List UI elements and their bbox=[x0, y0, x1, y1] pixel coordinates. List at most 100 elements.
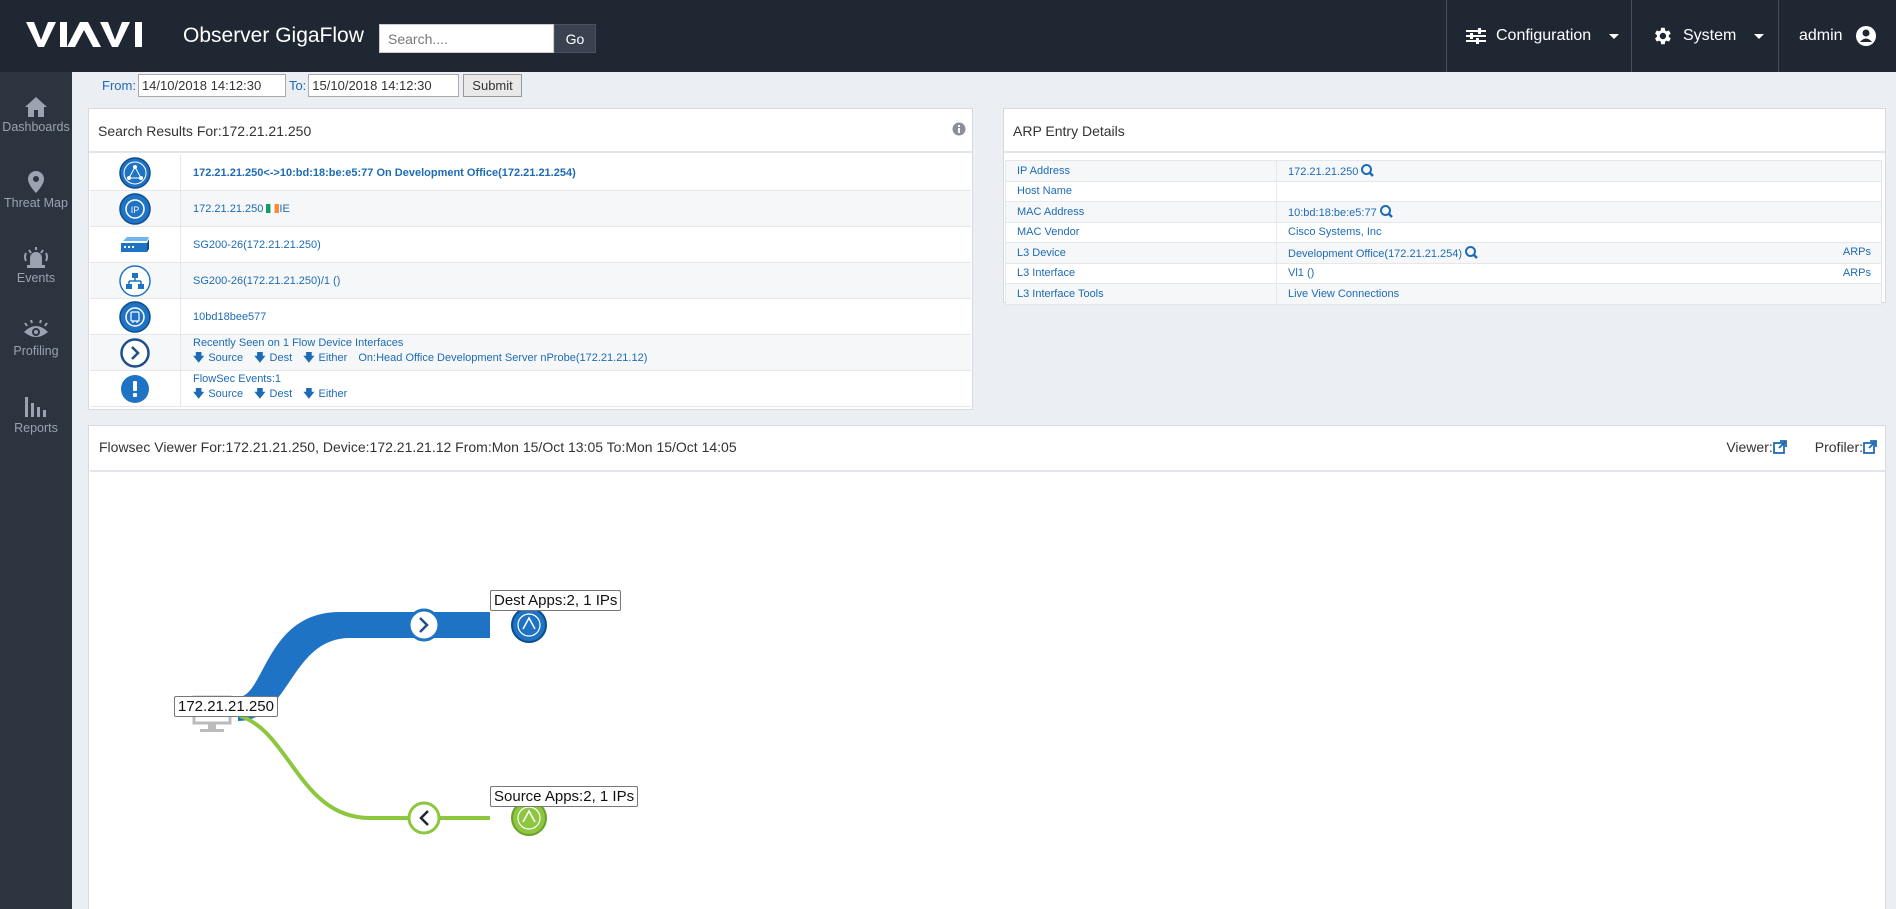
result-text[interactable]: FlowSec Events:1 bbox=[193, 373, 971, 385]
sidebar-item-label: Threat Map bbox=[4, 196, 68, 210]
from-date-input[interactable] bbox=[137, 73, 286, 97]
arp-details-panel: ARP Entry Details IP Address 172.21.21.2… bbox=[1003, 108, 1886, 305]
table-row: Host Name bbox=[1005, 180, 1882, 202]
sidebar-item-label: Reports bbox=[14, 421, 58, 435]
search-results-panel: Search Results For:172.21.21.250 172.21.… bbox=[88, 108, 973, 410]
alarm-icon bbox=[24, 247, 48, 268]
viewer-link[interactable]: Viewer: bbox=[1712, 439, 1787, 455]
table-row: MAC Address 10:bd:18:be:e5:77 bbox=[1005, 201, 1882, 223]
ip-address-key: IP Address bbox=[1005, 160, 1277, 182]
sidebar: Dashboards Threat Map Events Profiling R… bbox=[0, 72, 72, 909]
source-link[interactable]: 🡇 Source bbox=[193, 388, 247, 400]
sidebar-item-label: Events bbox=[16, 271, 56, 285]
system-menu[interactable]: System bbox=[1651, 0, 1765, 72]
nav-separator bbox=[1631, 0, 1632, 72]
sidebar-item-dashboards[interactable]: Dashboards bbox=[0, 82, 72, 144]
external-link-icon bbox=[1772, 440, 1787, 454]
dest-apps-label: Dest Apps:2, 1 IPs bbox=[490, 590, 622, 611]
source-apps-label: Source Apps:2, 1 IPs bbox=[490, 786, 639, 807]
app-title: Observer GigaFlow bbox=[183, 24, 364, 47]
eye-icon bbox=[24, 320, 48, 337]
source-link[interactable]: 🡇 Source bbox=[193, 352, 247, 364]
search-results-title: Search Results For:172.21.21.250 bbox=[89, 109, 972, 153]
sidebar-item-events[interactable]: Events bbox=[0, 231, 72, 293]
l3-device-key: L3 Device bbox=[1005, 242, 1277, 264]
sidebar-item-threat-map[interactable]: Threat Map bbox=[0, 156, 72, 218]
home-icon bbox=[25, 97, 47, 117]
sidebar-item-label: Dashboards bbox=[2, 120, 70, 134]
list-item[interactable]: IP 172.21.21.250 IE bbox=[90, 191, 971, 227]
zoom-icon[interactable] bbox=[1361, 163, 1375, 177]
mac-vendor-value: Cisco Systems, Inc bbox=[1288, 226, 1382, 239]
map-pin-icon bbox=[28, 171, 44, 193]
user-menu[interactable]: admin bbox=[1799, 0, 1896, 72]
dest-link[interactable]: 🡇 Dest bbox=[254, 352, 296, 364]
host-name-key: Host Name bbox=[1005, 180, 1277, 202]
mac-icon bbox=[90, 299, 181, 334]
to-label: To: bbox=[288, 77, 307, 93]
mac-address-value[interactable]: 10:bd:18:be:e5:77 bbox=[1288, 207, 1377, 219]
submit-button[interactable]: Submit bbox=[463, 73, 522, 97]
result-text[interactable]: SG200-26(172.21.21.250) bbox=[193, 239, 971, 251]
chevron-down-icon bbox=[1754, 33, 1765, 39]
zoom-icon[interactable] bbox=[1379, 204, 1393, 218]
flowsec-viewer-panel: Flowsec Viewer For:172.21.21.250, Device… bbox=[88, 425, 1887, 909]
sidebar-item-profiling[interactable]: Profiling bbox=[0, 306, 72, 368]
nav-separator bbox=[1446, 0, 1447, 72]
sidebar-item-reports[interactable]: Reports bbox=[0, 381, 72, 443]
list-item[interactable]: Recently Seen on 1 Flow Device Interface… bbox=[90, 335, 971, 371]
result-text[interactable]: SG200-26(172.21.21.250)/1 () bbox=[193, 275, 971, 287]
to-date-input[interactable] bbox=[308, 73, 460, 97]
either-link[interactable]: 🡇 Either bbox=[303, 352, 351, 364]
host-label: 172.21.21.250 bbox=[174, 696, 278, 717]
list-item[interactable]: SG200-26(172.21.21.250)/1 () bbox=[90, 263, 971, 299]
ip-icon: IP bbox=[90, 191, 181, 226]
list-item[interactable]: SG200-26(172.21.21.250) bbox=[90, 227, 971, 263]
source-flow-line[interactable] bbox=[239, 714, 490, 820]
nav-separator bbox=[1778, 0, 1779, 72]
result-text[interactable]: 10bd18bee577 bbox=[193, 311, 971, 323]
switch-icon bbox=[90, 227, 181, 262]
configuration-label: Configuration bbox=[1496, 27, 1592, 44]
list-item[interactable]: FlowSec Events:1 🡇 Source 🡇 Dest 🡇 Either bbox=[90, 371, 971, 407]
table-row: MAC Vendor Cisco Systems, Inc bbox=[1005, 221, 1882, 243]
result-text[interactable]: 172.21.21.250 bbox=[193, 203, 263, 215]
list-item[interactable]: 10bd18bee577 bbox=[90, 299, 971, 335]
info-icon[interactable] bbox=[952, 122, 966, 136]
profiler-link[interactable]: Profiler: bbox=[1801, 439, 1877, 455]
chevron-down-icon bbox=[1609, 33, 1620, 39]
arps-link[interactable]: ARPs bbox=[1843, 246, 1871, 258]
table-row: L3 Device Development Office(172.21.21.2… bbox=[1005, 242, 1882, 264]
arp-details-title: ARP Entry Details bbox=[1004, 109, 1885, 153]
result-text[interactable]: Recently Seen on 1 Flow Device Interface… bbox=[193, 337, 971, 349]
sidebar-item-label: Profiling bbox=[13, 344, 59, 358]
configuration-menu[interactable]: Configuration bbox=[1466, 0, 1620, 72]
ireland-flag-icon bbox=[266, 204, 280, 214]
chevron-left-icon[interactable] bbox=[407, 801, 441, 835]
username-label: admin bbox=[1799, 27, 1843, 44]
arps-link[interactable]: ARPs bbox=[1843, 267, 1871, 279]
mac-address-key: MAC Address bbox=[1005, 201, 1277, 223]
dest-link[interactable]: 🡇 Dest bbox=[254, 388, 296, 400]
result-text[interactable]: 172.21.21.250<->10:bd:18:be:e5:77 On Dev… bbox=[193, 167, 971, 179]
chevron-right-icon[interactable] bbox=[407, 608, 441, 642]
l3-interface-value[interactable]: Vl1 () bbox=[1288, 267, 1314, 279]
flow-diagram-svg bbox=[192, 607, 547, 836]
l3-interface-tools-key: L3 Interface Tools bbox=[1005, 283, 1277, 305]
list-item[interactable]: 172.21.21.250<->10:bd:18:be:e5:77 On Dev… bbox=[90, 155, 971, 191]
search-input[interactable] bbox=[379, 24, 554, 53]
arp-details-table: IP Address 172.21.21.250 Host Name MAC A… bbox=[1005, 160, 1882, 305]
table-row: IP Address 172.21.21.250 bbox=[1005, 160, 1882, 182]
interface-icon bbox=[90, 263, 181, 298]
either-link[interactable]: 🡇 Either bbox=[303, 388, 351, 400]
live-view-connections-link[interactable]: Live View Connections bbox=[1288, 288, 1399, 300]
alert-icon bbox=[90, 371, 181, 406]
l3-device-value[interactable]: Development Office(172.21.21.254) bbox=[1288, 248, 1462, 260]
gear-icon bbox=[1655, 27, 1671, 45]
ip-address-value[interactable]: 172.21.21.250 bbox=[1288, 166, 1358, 178]
zoom-icon[interactable] bbox=[1465, 245, 1479, 259]
flow-device-text[interactable]: On:Head Office Development Server nProbe… bbox=[358, 352, 647, 364]
dest-apps-node[interactable] bbox=[511, 607, 547, 643]
go-button[interactable]: Go bbox=[554, 24, 596, 53]
top-bar: Observer GigaFlow Go Configuration Syste… bbox=[0, 0, 1896, 72]
